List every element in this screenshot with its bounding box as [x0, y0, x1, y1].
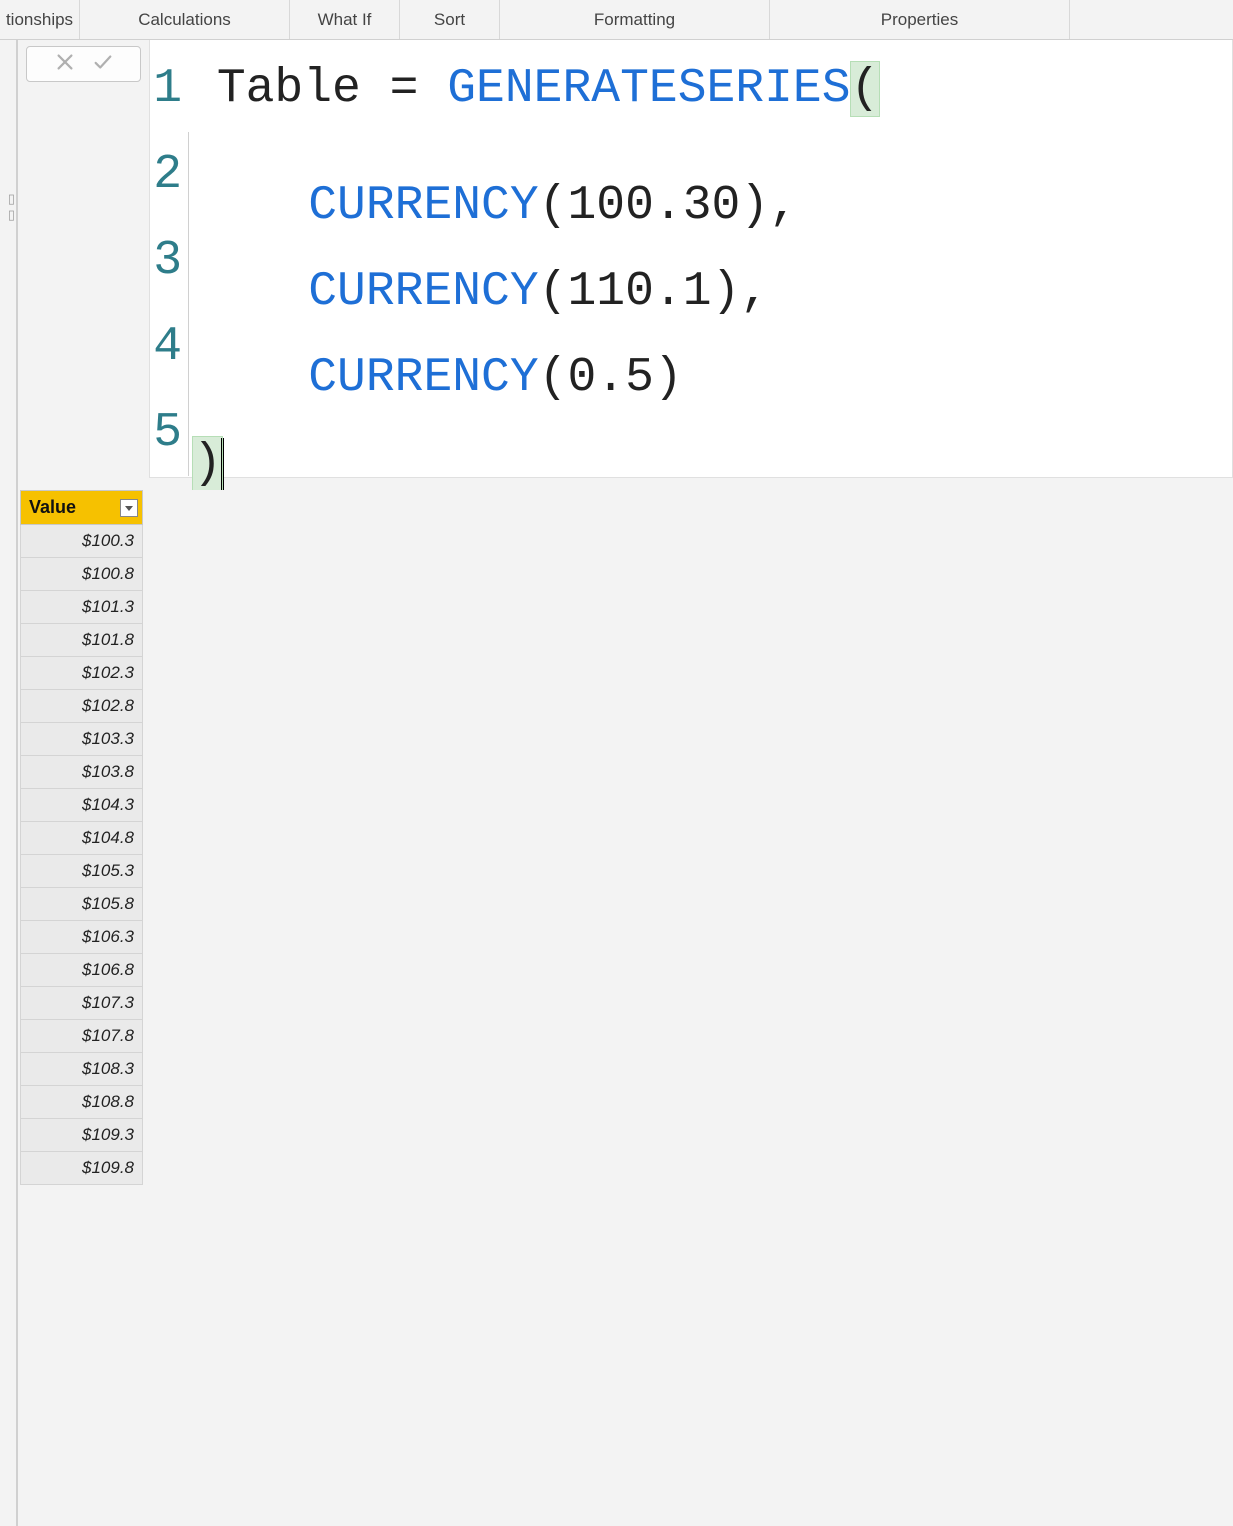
table-row[interactable]: $102.8	[21, 690, 143, 723]
cell-value[interactable]: $101.3	[21, 591, 143, 624]
code-line[interactable]: 2 CURRENCY(100.30),	[150, 132, 1232, 218]
rail-glyph: ▯	[8, 208, 15, 221]
table-row[interactable]: $109.8	[21, 1152, 143, 1185]
table-row[interactable]: $102.3	[21, 657, 143, 690]
table-row[interactable]: $106.3	[21, 921, 143, 954]
line-number: 4	[150, 304, 188, 390]
token: )	[654, 351, 683, 405]
token: ),	[712, 265, 770, 319]
cell-value[interactable]: $101.8	[21, 624, 143, 657]
token: 0.5	[567, 351, 653, 405]
ribbon-group-sort: Sort	[400, 0, 500, 39]
table-row[interactable]: $103.8	[21, 756, 143, 789]
left-side-rail: ▯ ▯	[0, 40, 18, 1526]
token: (	[539, 351, 568, 405]
rail-glyph: ▯	[8, 192, 15, 205]
cancel-icon[interactable]	[54, 51, 76, 78]
cell-value[interactable]: $104.3	[21, 789, 143, 822]
table-row[interactable]: $109.3	[21, 1119, 143, 1152]
line-number: 3	[150, 218, 188, 304]
token: Table =	[217, 62, 447, 116]
table-row[interactable]: $108.8	[21, 1086, 143, 1119]
table-row[interactable]: $105.3	[21, 855, 143, 888]
table-row[interactable]: $108.3	[21, 1053, 143, 1086]
token: (	[851, 62, 880, 116]
table-row[interactable]: $100.3	[21, 525, 143, 558]
cell-value[interactable]: $107.3	[21, 987, 143, 1020]
cell-value[interactable]: $100.3	[21, 525, 143, 558]
data-grid-area: Value $100.3$100.8$101.3$101.8$102.3$102…	[20, 490, 1233, 1526]
cell-value[interactable]: $100.8	[21, 558, 143, 591]
code-text[interactable]: Table = GENERATESERIES(	[188, 46, 879, 132]
ribbon: tionshipsCalculationsWhat IfSortFormatti…	[0, 0, 1233, 40]
table-row[interactable]: $107.3	[21, 987, 143, 1020]
code-text[interactable]: CURRENCY(0.5)	[188, 304, 683, 421]
token: )	[193, 437, 222, 491]
cell-value[interactable]: $108.8	[21, 1086, 143, 1119]
table-row[interactable]: $103.3	[21, 723, 143, 756]
column-header-value[interactable]: Value	[21, 491, 143, 525]
cell-value[interactable]: $109.3	[21, 1119, 143, 1152]
cell-value[interactable]: $103.3	[21, 723, 143, 756]
column-filter-button[interactable]	[120, 499, 138, 517]
cell-value[interactable]: $109.8	[21, 1152, 143, 1185]
formula-bar-row: 1 Table = GENERATESERIES(2 CURRENCY(100.…	[20, 40, 1233, 480]
cell-value[interactable]: $103.8	[21, 756, 143, 789]
cell-value[interactable]: $106.8	[21, 954, 143, 987]
table-row[interactable]: $106.8	[21, 954, 143, 987]
table-row[interactable]: $101.3	[21, 591, 143, 624]
cell-value[interactable]: $105.8	[21, 888, 143, 921]
code-line[interactable]: 3 CURRENCY(110.1),	[150, 218, 1232, 304]
cell-value[interactable]: $102.3	[21, 657, 143, 690]
content-area: 1 Table = GENERATESERIES(2 CURRENCY(100.…	[20, 40, 1233, 1526]
ribbon-group-calculations: Calculations	[80, 0, 290, 39]
ribbon-group-tionships: tionships	[0, 0, 80, 39]
table-row[interactable]: $107.8	[21, 1020, 143, 1053]
ribbon-group-properties: Properties	[770, 0, 1070, 39]
dax-editor[interactable]: 1 Table = GENERATESERIES(2 CURRENCY(100.…	[149, 40, 1233, 478]
token: GENERATESERIES	[447, 62, 850, 116]
commit-icon[interactable]	[92, 51, 114, 78]
table-row[interactable]: $104.3	[21, 789, 143, 822]
token: CURRENCY	[308, 351, 538, 405]
column-header-label: Value	[29, 497, 76, 517]
cell-value[interactable]: $106.3	[21, 921, 143, 954]
data-table: Value $100.3$100.8$101.3$101.8$102.3$102…	[20, 490, 143, 1185]
table-row[interactable]: $104.8	[21, 822, 143, 855]
line-number: 1	[150, 46, 188, 132]
line-number: 2	[150, 132, 188, 218]
code-line[interactable]: 1 Table = GENERATESERIES(	[150, 46, 1232, 132]
table-row[interactable]: $100.8	[21, 558, 143, 591]
ribbon-group-formatting: Formatting	[500, 0, 770, 39]
cell-value[interactable]: $107.8	[21, 1020, 143, 1053]
line-number: 5	[150, 390, 188, 476]
cell-value[interactable]: $105.3	[21, 855, 143, 888]
formula-commit-controls	[26, 46, 141, 82]
token	[188, 62, 217, 116]
cell-value[interactable]: $102.8	[21, 690, 143, 723]
table-row[interactable]: $101.8	[21, 624, 143, 657]
table-row[interactable]: $105.8	[21, 888, 143, 921]
ribbon-group-what-if: What If	[290, 0, 400, 39]
cell-value[interactable]: $104.8	[21, 822, 143, 855]
cell-value[interactable]: $108.3	[21, 1053, 143, 1086]
